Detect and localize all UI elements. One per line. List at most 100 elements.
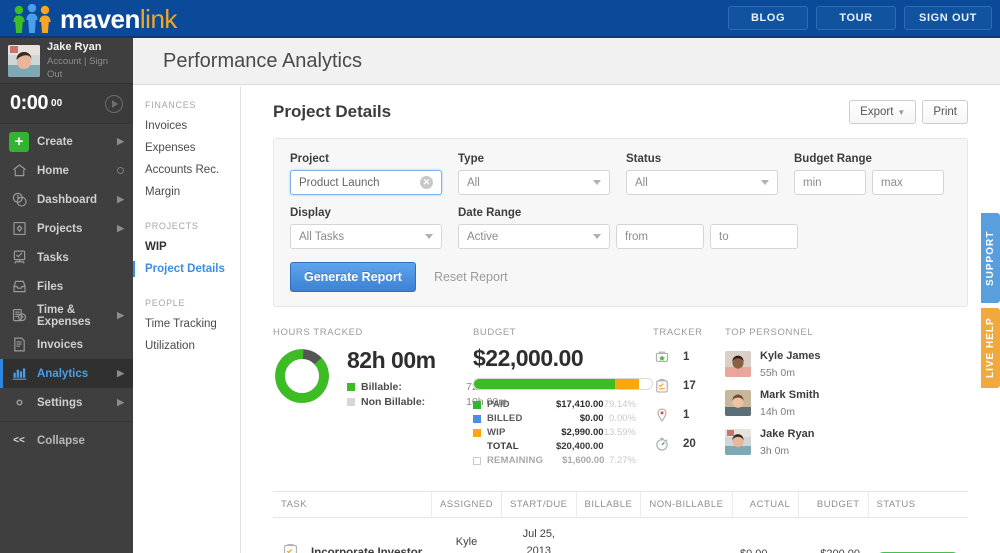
date-range-select[interactable]: Active — [458, 224, 610, 249]
column-header-start-due[interactable]: START/DUE — [501, 492, 577, 518]
tasks-icon — [9, 248, 29, 268]
tracker-row-time: 20 — [653, 434, 725, 454]
tasks-table: TASK ASSIGNED START/DUE BILLABLE NON-BIL… — [273, 492, 968, 553]
play-icon[interactable] — [105, 94, 123, 113]
date-from-input[interactable]: from — [616, 224, 704, 249]
budget-breakdown-table: PAID $17,410.00 79.14% BILLED $0.00 0.00… — [473, 399, 636, 466]
display-select[interactable]: All Tasks — [290, 224, 442, 249]
personnel-row[interactable]: Jake Ryan 3h 0m — [725, 425, 968, 458]
date-range-select-value: Active — [467, 230, 499, 243]
report-actions: Export ▼ Print — [849, 100, 968, 124]
page-title: Performance Analytics — [163, 50, 362, 72]
clear-icon[interactable]: ✕ — [420, 176, 433, 189]
personnel-name: Mark Smith — [760, 389, 820, 402]
reset-report-link[interactable]: Reset Report — [434, 270, 508, 284]
stopwatch-icon — [653, 434, 671, 454]
column-header-actual[interactable]: ACTUAL — [732, 492, 800, 518]
hours-donut-chart — [275, 349, 329, 403]
export-button[interactable]: Export ▼ — [849, 100, 917, 124]
mavenlink-logo[interactable]: mavenlink — [12, 3, 177, 35]
budget-bar-remaining — [639, 379, 652, 389]
sidebar-item-label: Time & Expenses — [37, 303, 91, 328]
cell-status: STARTED — [868, 518, 968, 553]
subnav-item-wip[interactable]: WIP — [133, 236, 240, 258]
sidebar-item-label: Projects — [37, 222, 83, 235]
avatar-mark-image — [725, 389, 751, 416]
column-header-billable[interactable]: BILLABLE — [576, 492, 642, 518]
top-personnel-panel: TOP PERSONNEL Kyle James 55h 0m Mark Smi… — [725, 327, 968, 469]
support-tab[interactable]: SUPPORT — [981, 213, 1000, 303]
sign-out-button[interactable]: SIGN OUT — [904, 6, 992, 30]
subnav-item-project-details[interactable]: Project Details — [133, 258, 240, 280]
column-header-task[interactable]: TASK — [273, 492, 432, 518]
subnav-group-projects: PROJECTS — [145, 221, 199, 231]
subnav-item-accounts-rec[interactable]: Accounts Rec. — [133, 159, 240, 181]
sidebar-item-dashboard[interactable]: Dashboard ▶ — [0, 185, 133, 214]
user-account-links[interactable]: Account | Sign Out — [47, 56, 125, 81]
sidebar-item-time-expenses[interactable]: Time & Expenses ▶ — [0, 301, 133, 330]
sidebar-divider — [0, 421, 133, 422]
subnav-item-margin[interactable]: Margin — [133, 181, 240, 203]
tracker-count: 1 — [683, 409, 690, 421]
table-header-row: TASK ASSIGNED START/DUE BILLABLE NON-BIL… — [273, 492, 968, 518]
home-icon — [9, 161, 29, 181]
blog-button[interactable]: BLOG — [728, 6, 809, 30]
live-help-tab[interactable]: LIVE HELP — [981, 308, 1000, 388]
personnel-row[interactable]: Kyle James 55h 0m — [725, 347, 968, 380]
column-header-status[interactable]: STATUS — [868, 492, 968, 518]
sidebar-item-create[interactable]: + Create ▶ — [0, 127, 133, 156]
sidebar-item-home[interactable]: Home — [0, 156, 133, 185]
tracker-row-tasks: 17 — [653, 376, 725, 396]
filter-date-range-label: Date Range — [458, 207, 522, 219]
budget-row-percent: 79.14% — [603, 399, 636, 410]
subnav-item-time-tracking[interactable]: Time Tracking — [133, 313, 240, 335]
cell-start-due: Jul 25, 2013 Nov 22, 2013 — [502, 518, 576, 553]
personnel-row[interactable]: Mark Smith 14h 0m — [725, 386, 968, 419]
print-button[interactable]: Print — [922, 100, 968, 124]
generate-report-button[interactable]: Generate Report — [290, 262, 416, 292]
column-header-budget[interactable]: BUDGET — [798, 492, 869, 518]
tour-button[interactable]: TOUR — [816, 6, 897, 30]
filter-budget-range: Budget Range min max — [794, 153, 944, 195]
budget-min-input[interactable]: min — [794, 170, 866, 195]
sidebar-item-settings[interactable]: Settings ▶ — [0, 388, 133, 417]
budget-row-value: $2,990.00 — [561, 427, 604, 438]
sidebar-item-tasks[interactable]: Tasks — [0, 243, 133, 272]
sidebar-item-projects[interactable]: Projects ▶ — [0, 214, 133, 243]
type-select[interactable]: All — [458, 170, 610, 195]
subnav-item-utilization[interactable]: Utilization — [133, 335, 240, 357]
budget-max-input[interactable]: max — [872, 170, 944, 195]
subnav-item-invoices[interactable]: Invoices — [133, 115, 240, 137]
column-header-non-billable[interactable]: NON-BILLABLE — [640, 492, 733, 518]
sidebar-item-files[interactable]: Files — [0, 272, 133, 301]
analytics-subnav: FINANCES Invoices Expenses Accounts Rec.… — [133, 86, 241, 553]
swatch-none — [473, 443, 481, 451]
timer-seconds: 00 — [51, 98, 63, 109]
status-select[interactable]: All — [626, 170, 778, 195]
budget-row-percent: 13.59% — [603, 427, 636, 438]
task-icon — [653, 376, 671, 396]
mavenlink-mark-icon — [13, 4, 51, 33]
budget-total: $22,000.00 — [473, 345, 584, 371]
filter-display: Display All Tasks — [290, 207, 442, 249]
project-input[interactable]: Product Launch ✕ — [290, 170, 442, 195]
column-header-assigned[interactable]: ASSIGNED — [431, 492, 503, 518]
budget-row-label: PAID — [487, 399, 510, 410]
projects-icon — [9, 219, 29, 239]
table-row[interactable]: Incorporate Investor Feedback Kyle James… — [273, 518, 968, 553]
chevron-down-icon — [593, 234, 601, 239]
user-summary[interactable]: Jake Ryan Account | Sign Out — [0, 38, 133, 84]
sidebar-collapse-button[interactable]: << Collapse — [0, 426, 133, 455]
tracker-heading: TRACKER — [653, 327, 703, 338]
budget-progress-bar — [473, 378, 653, 390]
sidebar-item-analytics[interactable]: Analytics ▶ — [0, 359, 133, 388]
avatar-kyle-image — [725, 350, 751, 377]
subnav-item-expenses[interactable]: Expenses — [133, 137, 240, 159]
gear-icon — [9, 393, 29, 413]
sidebar-item-invoices[interactable]: Invoices — [0, 330, 133, 359]
sidebar-item-label: Invoices — [37, 338, 84, 351]
files-icon — [9, 277, 29, 297]
timer-widget[interactable]: 0:00 00 — [0, 84, 133, 124]
date-to-input[interactable]: to — [710, 224, 798, 249]
budget-bar-wip — [614, 379, 640, 389]
